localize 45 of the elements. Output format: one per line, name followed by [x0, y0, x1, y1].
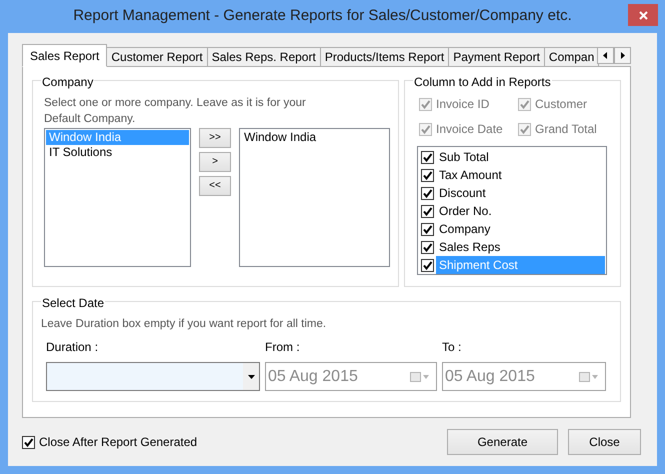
list-item[interactable]: Discount [436, 184, 605, 202]
list-item[interactable]: Company [436, 220, 605, 238]
checkbox[interactable] [421, 186, 434, 200]
field-label: To : [442, 339, 462, 356]
hint-text: Select one or more company. Leave as it is for your Default Company. [43, 96, 307, 127]
move-button[interactable]: >> [199, 128, 231, 148]
list-item[interactable]: Order No. [436, 202, 605, 220]
checkbox-label: Invoice Date [436, 121, 503, 138]
checkbox[interactable] [421, 150, 434, 164]
list-item[interactable]: Window India [241, 130, 388, 145]
list-box[interactable]: Window India [239, 128, 390, 267]
generate-button[interactable]: Generate [447, 429, 558, 455]
field-label: From : [265, 339, 301, 356]
move-button[interactable]: > [199, 152, 231, 172]
list-item[interactable]: Sub Total [436, 148, 605, 166]
list-item[interactable]: IT Solutions [46, 145, 189, 160]
hint-text: Leave Duration box empty if you want report for all time. [41, 317, 328, 332]
move-button[interactable]: << [199, 176, 231, 196]
checkbox-label: Invoice ID [436, 96, 490, 113]
scroll-right-icon[interactable] [614, 47, 631, 64]
close-dialog-button[interactable]: Close [568, 429, 641, 455]
list-item[interactable]: Tax Amount [436, 166, 605, 184]
scroll-left-icon[interactable] [596, 47, 614, 64]
tab[interactable]: Compan [544, 47, 599, 67]
dropdown-field[interactable] [46, 362, 260, 391]
list-item[interactable]: Sales Reps [436, 238, 605, 256]
calendar-icon [410, 372, 430, 382]
list-box[interactable]: Window India IT Solutions [44, 128, 191, 267]
checkbox-label: Grand Total [535, 121, 597, 138]
checklist-box[interactable]: Sub Total Tax Amount Discount Order No. Company Sales Reps Shipment Cost [417, 146, 607, 275]
checkbox[interactable] [421, 240, 434, 254]
checkbox[interactable] [421, 168, 434, 182]
checkbox[interactable] [421, 258, 434, 272]
tab[interactable]: Sales Report [22, 44, 108, 67]
checkbox[interactable] [421, 204, 434, 218]
close-icon [638, 10, 648, 20]
checkbox[interactable] [22, 436, 35, 448]
checkbox[interactable] [421, 222, 434, 236]
checkbox-label: Customer [535, 96, 588, 113]
checkbox-label: Close After Report Generated [39, 434, 198, 451]
close-button[interactable] [628, 4, 658, 26]
window-title: Report Management - Generate Reports for Sales/Customer/Company etc. [72, 6, 573, 26]
field-label: Duration : [46, 339, 100, 356]
calendar-icon [579, 372, 599, 382]
dropdown-arrow-icon [248, 374, 254, 378]
